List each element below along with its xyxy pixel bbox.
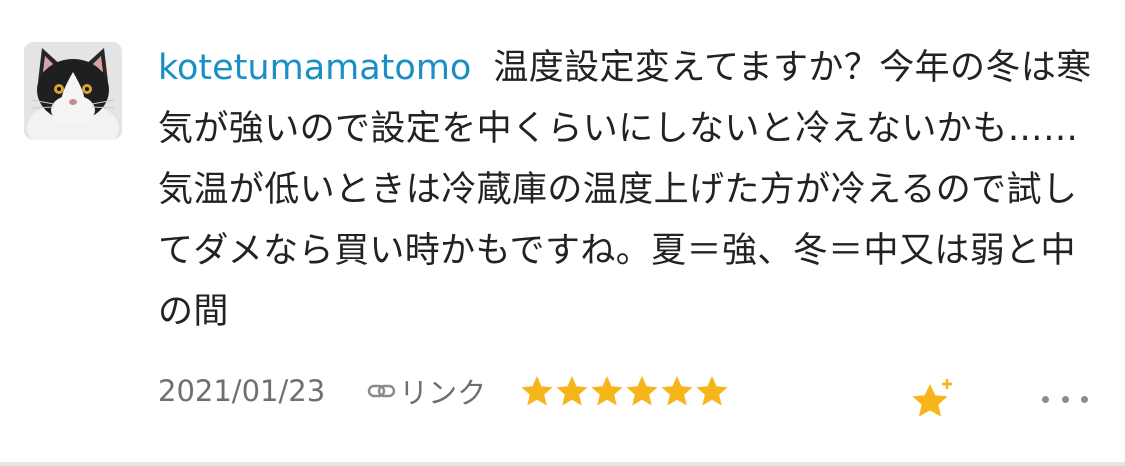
comment-text: 温度設定変えてますか？今年の冬は寒気が強いので設定を中くらいにしないと冷えないか…	[158, 48, 1092, 332]
more-dot	[1061, 395, 1069, 403]
star-list	[520, 375, 730, 408]
star-icon[interactable]	[625, 375, 659, 408]
username-link[interactable]: kotetumamatomo	[158, 48, 471, 88]
comment-date: 2021/01/23	[158, 374, 326, 408]
chain-link-icon	[367, 380, 397, 402]
star-icon[interactable]	[660, 375, 694, 408]
add-star-icon	[912, 379, 952, 417]
comment-item: kotetumamatomo 温度設定変えてますか？今年の冬は寒気が強いので設定を…	[0, 0, 1125, 466]
divider	[0, 462, 1125, 466]
star-icon[interactable]	[590, 375, 624, 408]
permalink-button[interactable]: リンク	[367, 370, 486, 412]
add-star-button[interactable]	[908, 376, 958, 422]
star-icon[interactable]	[520, 375, 554, 408]
star-icon[interactable]	[695, 375, 729, 408]
permalink-label: リンク	[399, 376, 487, 410]
comment-body: kotetumamatomo 温度設定変えてますか？今年の冬は寒気が強いので設定を…	[158, 38, 1093, 343]
more-dot	[1081, 395, 1088, 403]
star-icon[interactable]	[555, 375, 589, 408]
cat-avatar-icon	[24, 42, 122, 140]
more-options-icon[interactable]	[1042, 384, 1088, 414]
more-dot	[1042, 395, 1049, 403]
user-avatar[interactable]	[24, 42, 122, 140]
